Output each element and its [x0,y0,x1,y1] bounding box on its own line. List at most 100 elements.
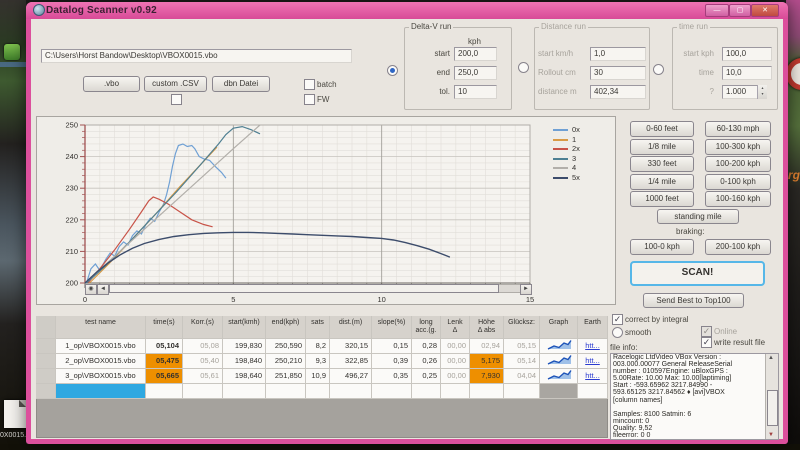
quick-test-100-200-kph[interactable]: 100-200 kph [705,156,771,172]
row-header[interactable] [36,339,56,354]
quick-test-330-feet[interactable]: 330 feet [630,156,694,172]
earth-link[interactable]: htt... [578,339,608,354]
table-cell: 05,104 [146,339,183,354]
chart-scroll-thumb[interactable] [109,284,499,293]
close-button[interactable]: ✕ [751,4,779,17]
custom-csv-button[interactable]: custom .CSV [144,76,207,92]
legend-label: 2x [572,144,580,153]
delta-end-label: end [420,68,450,77]
graph-icon-cell[interactable] [540,339,578,354]
legend-label: 1 [572,135,576,144]
results-table-empty-area [36,399,608,438]
table-cell: 198,640 [223,369,266,384]
row-header[interactable] [36,354,56,369]
table-cell: 00,00 [441,354,470,369]
quick-test-100-300-kph[interactable]: 100-300 kph [705,139,771,155]
distance-distance-input[interactable]: 402,34 [590,85,646,99]
vbo-button[interactable]: .vbo [83,76,140,92]
time-mode-radio[interactable] [653,64,664,75]
table-cell [470,384,504,399]
legend-item-4: 4 [553,163,603,172]
send-best-button[interactable]: Send Best to Top100 [643,293,744,308]
time-start-input[interactable]: 100,0 [722,47,772,61]
correct-by-integral-checkbox[interactable]: ✓ [612,314,623,325]
quick-test-1-8-mile[interactable]: 1/8 mile [630,139,694,155]
quick-test-standing-mile[interactable]: standing mile [657,209,739,224]
table-cell: 05,15 [504,339,540,354]
distance-mode-radio[interactable] [518,62,529,73]
table-cell [223,384,266,399]
file-path-input[interactable]: C:\Users\Horst Bandow\Desktop\VBOX0015.v… [41,49,352,63]
table-cell: 199,830 [223,339,266,354]
column-header: time(s) [146,316,183,339]
chart-scroll-right-button[interactable]: ► [520,284,532,295]
table-cell: 8,2 [306,339,330,354]
graph-icon-cell[interactable] [540,369,578,384]
dbn-datei-button[interactable]: dbn Datei [212,76,270,92]
earth-link[interactable]: htt... [578,354,608,369]
legend-item-5x: 5x [553,173,603,182]
quick-test-100-160-kph[interactable]: 100-160 kph [705,191,771,207]
braking-200-100-kph[interactable]: 200-100 kph [705,239,771,255]
delta-mode-radio[interactable] [387,65,398,76]
row-header[interactable] [36,384,56,399]
time-time-input[interactable]: 10,0 [722,66,772,80]
chart-scroll-left-button[interactable]: ◄ [97,284,109,295]
maximize-button[interactable]: ▢ [729,4,751,17]
online-checkbox[interactable]: ✓ [701,326,712,337]
quick-test-0-100-kph[interactable]: 0-100 kph [705,174,771,190]
svg-text:10: 10 [377,295,385,304]
distance-start-input[interactable]: 1,0 [590,47,646,61]
correct-by-integral-label: correct by integral [625,315,689,324]
earth-link[interactable]: htt... [578,369,608,384]
table-cell: 320,15 [330,339,372,354]
fw-checkbox[interactable] [304,94,315,105]
file-info-line [611,404,778,411]
scroll-thumb[interactable] [767,390,778,426]
chart-reset-button[interactable]: ◉ [85,284,97,295]
delta-end-input[interactable]: 250,0 [454,66,497,80]
time-factor-spinner[interactable]: ▴▾ [757,85,767,99]
graph-icon[interactable] [546,339,572,350]
table-cell: 250,590 [266,339,306,354]
quick-test-1-4-mile[interactable]: 1/4 mile [630,174,694,190]
csv-option-checkbox[interactable] [171,94,182,105]
desktop-file-icon[interactable] [4,400,26,428]
graph-icon-cell[interactable] [540,354,578,369]
desktop-shortcut-icon[interactable] [4,44,20,60]
wallpaper-text: rg [788,168,800,182]
table-cell: 3_op\VBOX0015.vbo [56,369,146,384]
svg-text:0: 0 [83,295,87,304]
speed-time-chart: 200210220230240250051015 [37,117,615,304]
desktop-left-strip [0,0,26,450]
write-result-file-checkbox[interactable]: ✓ [701,337,712,348]
quick-test-60-130-mph[interactable]: 60-130 mph [705,121,771,137]
scan-button[interactable]: SCAN! [630,261,765,286]
delta-start-input[interactable]: 200,0 [454,47,497,61]
graph-icon[interactable] [546,354,572,365]
distance-rollout-input[interactable]: 30 [590,66,646,80]
table-cell [504,384,540,399]
online-label: Online [714,327,737,336]
table-cell: 2_op\VBOX0015.vbo [56,354,146,369]
legend-item-2x: 2x [553,144,603,153]
scroll-down-icon[interactable]: ▼ [768,432,774,438]
file-info-line: [column names] [611,397,778,404]
graph-icon[interactable] [546,369,572,380]
delta-tol-input[interactable]: 10 [454,85,497,99]
quick-test-0-60-feet[interactable]: 0-60 feet [630,121,694,137]
window-title: Datalog Scanner v0.92 [46,5,157,16]
quick-test-1000-feet[interactable]: 1000 feet [630,191,694,207]
batch-checkbox[interactable] [304,79,315,90]
delta-start-label: start [420,49,450,58]
column-header: sats [306,316,330,339]
table-cell: 250,210 [266,354,306,369]
scroll-up-icon[interactable]: ▲ [768,355,774,361]
smooth-radio[interactable] [612,327,623,338]
file-info-scrollbar[interactable]: ▲ ▼ [765,354,778,439]
minimize-button[interactable]: — [705,4,729,17]
row-header[interactable] [36,369,56,384]
table-cell: 0,35 [372,369,412,384]
results-table: test nametime(s)Korr.(s)start(kmh)end(kp… [36,316,608,399]
braking-100-0-kph[interactable]: 100-0 kph [630,239,694,255]
